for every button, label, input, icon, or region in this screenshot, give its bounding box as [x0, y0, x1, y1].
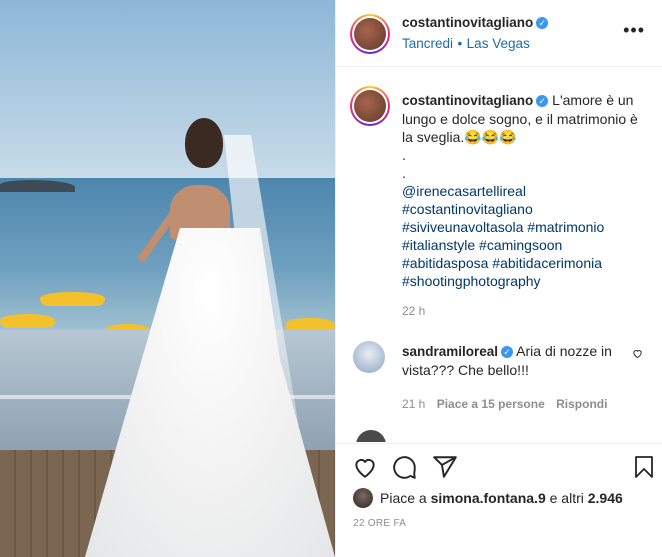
- beach-umbrella: [0, 314, 55, 328]
- caption-avatar: [354, 90, 386, 122]
- likes-line: Piace a simona.fontana.9 e altri 2.946: [380, 490, 623, 506]
- caption-mention[interactable]: @irenecasartellireal: [402, 182, 647, 200]
- post-actions: [336, 443, 662, 494]
- caption-time: 22 h: [402, 304, 426, 318]
- post-photo[interactable]: [0, 0, 335, 557]
- share-icon[interactable]: [432, 454, 458, 480]
- likes-count[interactable]: 2.946: [588, 490, 623, 506]
- caption-dot: .: [402, 147, 406, 163]
- post-date[interactable]: 22 ORE FA: [353, 518, 406, 529]
- author-username[interactable]: costantinovitagliano: [402, 15, 533, 30]
- caption-username[interactable]: costantinovitagliano: [402, 93, 533, 108]
- save-icon[interactable]: [632, 454, 656, 480]
- like-icon[interactable]: [352, 454, 378, 480]
- photo-sky: [0, 0, 335, 180]
- caption-hashtags[interactable]: #costantinovitagliano: [402, 200, 647, 218]
- comment-username[interactable]: sandramiloreal: [402, 344, 498, 359]
- location-sub[interactable]: Tancredi: [402, 36, 453, 51]
- comment-time: 21 h: [402, 397, 426, 411]
- caption-hashtags[interactable]: #italianstyle #camingsoon: [402, 236, 647, 254]
- likes-user[interactable]: simona.fontana.9: [431, 490, 546, 506]
- commenter-avatar[interactable]: [353, 341, 385, 373]
- comment-reply-button[interactable]: Rispondi: [556, 397, 607, 411]
- likes-middle: e altri: [549, 490, 584, 506]
- author-avatar-ring[interactable]: [350, 14, 390, 54]
- next-comment-peek: [356, 428, 646, 442]
- more-options-icon[interactable]: •••: [623, 20, 645, 41]
- caption-hashtags[interactable]: #shootingphotography: [402, 272, 647, 290]
- post-side-panel: costantinovitagliano ✓ Tancredi • Las Veg…: [335, 0, 662, 557]
- caption-dot: .: [402, 165, 406, 181]
- photo-rock: [0, 180, 75, 192]
- comment: sandramiloreal ✓ Aria di nozze in vista??…: [402, 342, 632, 413]
- author-line: costantinovitagliano ✓: [402, 14, 549, 32]
- caption-avatar-ring[interactable]: [350, 86, 390, 126]
- location-name[interactable]: Las Vegas: [467, 36, 530, 51]
- caption-hashtags[interactable]: #siviveunavoltasola #matrimonio: [402, 218, 647, 236]
- beach-umbrella: [40, 292, 105, 306]
- comment-icon[interactable]: [392, 454, 418, 480]
- instagram-post: costantinovitagliano ✓ Tancredi • Las Veg…: [0, 0, 662, 557]
- photo-bride-head: [185, 118, 223, 168]
- verified-icon: ✓: [501, 346, 514, 359]
- location-line: Tancredi • Las Vegas: [402, 35, 530, 53]
- comment-likes[interactable]: Piace a 15 persone: [437, 397, 545, 411]
- verified-icon: ✓: [536, 16, 549, 29]
- liker-avatar[interactable]: [353, 488, 373, 508]
- post-header: costantinovitagliano ✓ Tancredi • Las Veg…: [336, 0, 662, 67]
- comment-like-icon[interactable]: [632, 348, 643, 359]
- location-separator: •: [457, 36, 463, 51]
- verified-icon: ✓: [536, 95, 549, 108]
- likes-prefix: Piace a: [380, 490, 427, 506]
- caption-hashtags[interactable]: #abitidasposa #abitidacerimonia: [402, 254, 647, 272]
- post-caption: costantinovitagliano ✓ L'amore è un lungo…: [402, 91, 647, 320]
- author-avatar: [354, 18, 386, 50]
